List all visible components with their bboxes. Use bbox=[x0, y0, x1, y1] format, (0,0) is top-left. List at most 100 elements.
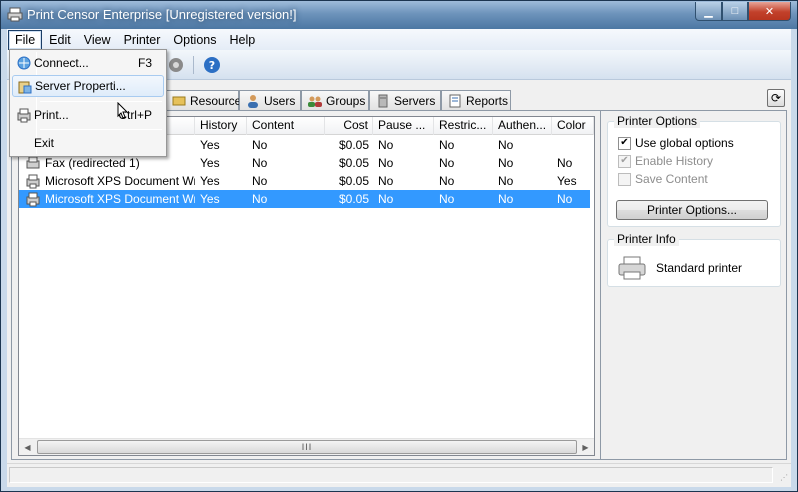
column-header-history[interactable]: History bbox=[195, 117, 247, 135]
refresh-button[interactable]: ⟳ bbox=[767, 89, 785, 107]
cell-content: No bbox=[252, 138, 268, 152]
tab-resources[interactable]: Resources bbox=[165, 90, 247, 110]
tab-label: Servers bbox=[394, 93, 436, 108]
enable-history-checkbox[interactable]: ✔ Enable History bbox=[618, 154, 713, 168]
menu-view[interactable]: View bbox=[78, 31, 117, 49]
column-header-color[interactable]: Color bbox=[552, 117, 594, 135]
printer-icon bbox=[26, 192, 40, 207]
cell-content: No bbox=[252, 156, 268, 170]
checkbox-checked-icon: ✔ bbox=[618, 136, 631, 150]
report-icon bbox=[448, 94, 462, 108]
menu-item-shortcut: F3 bbox=[137, 56, 152, 70]
scroll-right-button[interactable]: ▶ bbox=[577, 439, 594, 455]
cell-content: No bbox=[252, 174, 268, 188]
menu-item-label: Exit bbox=[34, 136, 55, 150]
cell-history: Yes bbox=[200, 138, 220, 152]
column-header-authen[interactable]: Authen... bbox=[493, 117, 552, 135]
printer-type-label: Standard printer bbox=[656, 261, 743, 275]
column-header-restrict[interactable]: Restric... bbox=[434, 117, 493, 135]
printer-info-group: Printer Info Standard printer bbox=[607, 232, 781, 287]
column-header-content[interactable]: Content bbox=[247, 117, 325, 135]
tab-users[interactable]: Users bbox=[239, 90, 301, 110]
tab-groups[interactable]: Groups bbox=[301, 90, 369, 110]
maximize-button[interactable]: □ bbox=[722, 2, 748, 21]
toolbar-separator bbox=[193, 56, 194, 74]
printers-panel: History Content Cost Pause ... Restric..… bbox=[11, 110, 787, 460]
cell-history: Yes bbox=[200, 192, 220, 206]
cell-restrict: No bbox=[439, 192, 455, 206]
checkbox-label: Save Content bbox=[635, 172, 708, 186]
tab-reports[interactable]: Reports bbox=[441, 90, 511, 110]
save-content-checkbox[interactable]: Save Content bbox=[618, 172, 708, 186]
menu-printer[interactable]: Printer bbox=[118, 31, 167, 49]
cell-color bbox=[552, 136, 594, 154]
menu-bar: File Edit View Printer Options Help bbox=[7, 29, 791, 50]
checkbox-checked-icon: ✔ bbox=[618, 154, 631, 168]
menu-help[interactable]: Help bbox=[224, 31, 262, 49]
cell-cost: $0.05 bbox=[338, 174, 369, 188]
menu-item-connect[interactable]: Connect... F3 bbox=[12, 52, 164, 74]
menu-item-print[interactable]: Print... Ctrl+P bbox=[12, 104, 164, 126]
resources-icon bbox=[172, 94, 186, 108]
printer-icon bbox=[26, 174, 40, 189]
close-button[interactable]: ✕ bbox=[748, 2, 791, 21]
scrollbar-thumb[interactable]: III bbox=[37, 440, 577, 454]
use-global-options-checkbox[interactable]: ✔ Use global options bbox=[618, 136, 734, 150]
scroll-left-button[interactable]: ◀ bbox=[19, 439, 36, 455]
settings-gear-icon[interactable] bbox=[167, 56, 185, 74]
menu-edit[interactable]: Edit bbox=[43, 31, 77, 49]
cell-history: Yes bbox=[200, 156, 220, 170]
cell-authen: No bbox=[498, 174, 514, 188]
refresh-icon: ⟳ bbox=[770, 91, 782, 105]
tab-label: Groups bbox=[326, 93, 366, 108]
column-header-cost[interactable]: Cost bbox=[325, 117, 373, 135]
help-icon[interactable]: ? bbox=[203, 56, 221, 74]
status-pane bbox=[9, 467, 773, 483]
menu-options[interactable]: Options bbox=[167, 31, 222, 49]
cell-cost: $0.05 bbox=[338, 156, 369, 170]
cell-history: Yes bbox=[200, 174, 220, 188]
tab-servers[interactable]: Servers bbox=[369, 90, 441, 110]
menu-item-exit[interactable]: Exit bbox=[12, 132, 164, 154]
printer-options-title: Printer Options bbox=[614, 114, 701, 128]
printer-list[interactable]: History Content Cost Pause ... Restric..… bbox=[18, 116, 595, 456]
table-row-selected[interactable]: Microsoft XPS Document Wr... Yes No $0.0… bbox=[19, 190, 590, 208]
cell-pause: No bbox=[378, 192, 394, 206]
cell-authen: No bbox=[498, 138, 514, 152]
cell-restrict: No bbox=[439, 174, 455, 188]
cell-cost: $0.05 bbox=[338, 138, 369, 152]
minimize-button[interactable]: ▁ bbox=[695, 2, 722, 21]
title-bar[interactable]: Print Censor Enterprise [Unregistered ve… bbox=[1, 1, 797, 29]
maximize-icon: □ bbox=[731, 5, 739, 17]
horizontal-scrollbar[interactable]: ◀ III ▶ bbox=[19, 438, 594, 455]
cell-restrict: No bbox=[439, 138, 455, 152]
printer-options-group: Printer Options ✔ Use global options ✔ E… bbox=[607, 114, 781, 227]
cell-color: Yes bbox=[557, 174, 577, 188]
window-title: Print Censor Enterprise [Unregistered ve… bbox=[27, 7, 297, 22]
user-icon bbox=[246, 94, 260, 108]
cell-color: No bbox=[557, 192, 573, 206]
app-printer-icon bbox=[7, 7, 23, 22]
cell-authen: No bbox=[498, 192, 514, 206]
server-properties-icon bbox=[18, 81, 32, 94]
menu-file[interactable]: File bbox=[8, 29, 43, 50]
printer-options-button[interactable]: Printer Options... bbox=[616, 200, 768, 220]
printer-info-title: Printer Info bbox=[614, 232, 679, 246]
table-row[interactable]: Microsoft XPS Document Wr... Yes No $0.0… bbox=[19, 172, 590, 190]
tab-label: Users bbox=[264, 93, 296, 108]
cell-printer-name: Microsoft XPS Document Wr... bbox=[45, 192, 195, 206]
checkbox-label: Use global options bbox=[635, 136, 734, 150]
close-icon: ✕ bbox=[764, 5, 775, 18]
groups-icon bbox=[308, 94, 322, 108]
checkbox-unchecked-icon bbox=[618, 172, 631, 186]
file-menu-dropdown: Connect... F3 Server Properti... Print..… bbox=[9, 49, 167, 157]
checkbox-label: Enable History bbox=[635, 154, 714, 168]
chevron-left-icon: ◀ bbox=[24, 442, 31, 452]
mouse-cursor-icon bbox=[117, 102, 129, 119]
column-header-pause[interactable]: Pause ... bbox=[373, 117, 434, 135]
menu-item-server-properties[interactable]: Server Properti... bbox=[12, 75, 164, 97]
client-area: File Edit View Printer Options Help ? Re… bbox=[7, 29, 791, 487]
resize-grip-icon[interactable]: ⋰ bbox=[780, 473, 788, 482]
menu-item-label: Server Properti... bbox=[35, 79, 126, 93]
standard-printer-icon bbox=[618, 256, 646, 280]
